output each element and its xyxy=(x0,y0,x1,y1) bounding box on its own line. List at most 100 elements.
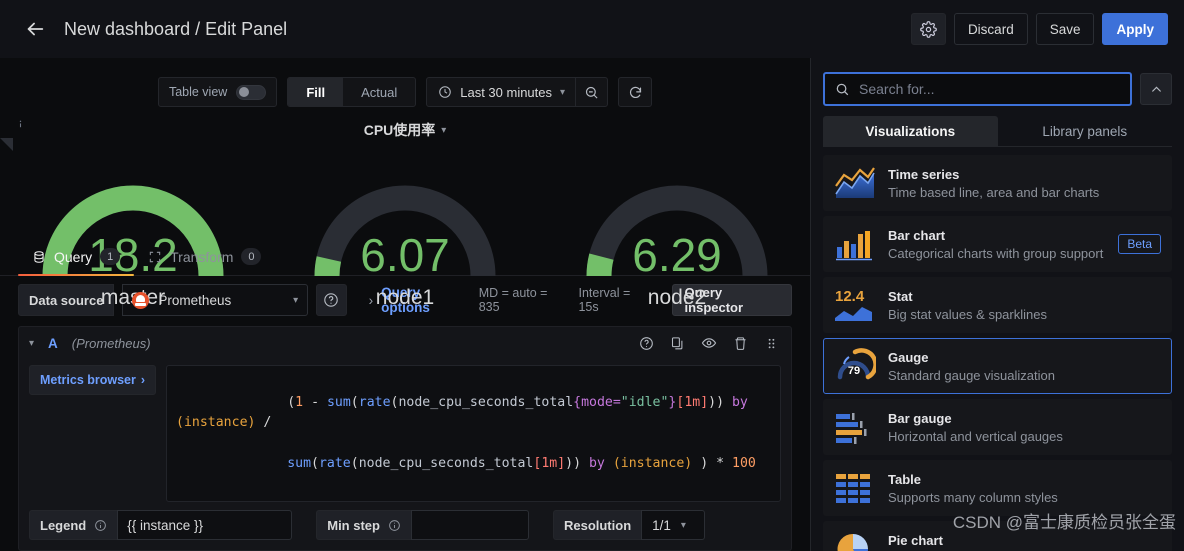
gear-icon xyxy=(920,20,937,38)
table-view-toggle-knob xyxy=(239,87,250,97)
tab-query-label: Query xyxy=(54,248,93,265)
expression-line-2: sum(rate(node_cpu_seconds_total[1m])) by… xyxy=(287,456,756,472)
gauge-label-node1: node1 xyxy=(375,286,435,309)
gauge-label-node2: node2 xyxy=(647,286,707,309)
viz-name: Pie chart xyxy=(888,532,943,548)
refresh-icon xyxy=(629,86,641,98)
legend-input[interactable]: {{ instance }} xyxy=(117,510,293,540)
viz-name: Bar gauge xyxy=(888,410,952,426)
panel-header: CPU使用率 ▾ xyxy=(12,118,798,142)
info-circle-icon[interactable] xyxy=(388,519,401,532)
panel-info-corner[interactable] xyxy=(0,112,34,146)
info-circle-icon[interactable] xyxy=(94,519,107,532)
top-bar: New dashboard / Edit Panel Discard Save … xyxy=(0,0,1184,58)
viz-name: Table xyxy=(888,471,921,487)
tab-query[interactable]: Query 1 xyxy=(18,238,135,277)
chevron-right-icon: › xyxy=(140,373,146,388)
zoom-out-icon xyxy=(585,86,598,99)
viz-desc: Standard gauge visualization xyxy=(888,367,1055,383)
viz-text: Time series Time based line, area and ba… xyxy=(888,167,1161,200)
panel-settings-button[interactable] xyxy=(910,13,946,45)
refresh-button[interactable] xyxy=(618,77,653,107)
panel-menu-chevron-down-icon[interactable]: ▾ xyxy=(441,125,446,136)
search-box[interactable] xyxy=(823,72,1132,106)
info-icon xyxy=(19,120,22,128)
back-button[interactable] xyxy=(18,12,52,46)
trash-icon[interactable] xyxy=(733,336,748,351)
metrics-browser-button[interactable]: Metrics browser › xyxy=(29,365,157,396)
resolution-label: Resolution xyxy=(552,510,642,540)
viz-name: Stat xyxy=(888,288,913,304)
viz-name: Time series xyxy=(888,166,960,182)
tab-library-panels[interactable]: Library panels xyxy=(998,116,1173,146)
eye-icon[interactable] xyxy=(701,335,717,351)
fill-option[interactable]: Fill xyxy=(288,78,344,106)
viz-option-pie-chart[interactable]: Pie chart The new core pie chart visuali… xyxy=(823,521,1172,551)
query-row-a: ▾ A (Prometheus) Metrics browser › (1 - … xyxy=(18,326,792,551)
gauge-value-node1: 6.07 xyxy=(360,229,450,281)
tab-transform[interactable]: Transform 0 xyxy=(134,238,275,275)
apply-button[interactable]: Apply xyxy=(1102,13,1168,45)
viz-desc: Horizontal and vertical gauges xyxy=(888,428,1063,444)
options-pane-tabs: Visualizations Library panels xyxy=(823,116,1172,147)
viz-desc: Time based line, area and bar charts xyxy=(888,184,1100,200)
search-input[interactable] xyxy=(859,81,1120,97)
help-circle-icon[interactable] xyxy=(639,336,654,351)
tab-query-count: 1 xyxy=(100,248,121,266)
transform-icon xyxy=(149,251,161,262)
arrow-left-icon xyxy=(27,22,44,36)
min-step-label-text: Min step xyxy=(327,517,380,533)
time-range-label: Last 30 minutes xyxy=(460,84,553,100)
legend-label-text: Legend xyxy=(40,517,87,533)
gauge-node2: 6.29 node2 xyxy=(565,148,789,310)
body: Table view Fill Actual Last 30 minutes ▾… xyxy=(0,58,1184,551)
min-step-input[interactable] xyxy=(410,510,529,540)
query-collapse-chevron-down-icon[interactable]: ▾ xyxy=(29,338,34,349)
duplicate-icon[interactable] xyxy=(670,336,685,351)
table-view-toggle[interactable] xyxy=(236,84,267,100)
save-button[interactable]: Save xyxy=(1035,13,1095,45)
bar-chart-icon xyxy=(834,225,876,263)
collapse-options-button[interactable] xyxy=(1140,73,1172,105)
search-icon xyxy=(836,83,849,95)
table-view-label: Table view xyxy=(168,85,228,99)
grafana-edit-panel-app: New dashboard / Edit Panel Discard Save … xyxy=(0,0,1184,551)
viz-desc: Big stat values & sparklines xyxy=(888,306,1047,322)
expression-line-1: (1 - sum(rate(node_cpu_seconds_total{mod… xyxy=(176,394,748,431)
legend-label: Legend xyxy=(29,510,118,540)
drag-handle-icon[interactable] xyxy=(764,336,779,351)
beta-badge: Beta xyxy=(1118,234,1161,254)
viz-option-gauge[interactable]: 79 Gauge Standard gauge visualization xyxy=(823,338,1172,394)
zoom-out-button[interactable] xyxy=(575,78,607,106)
promql-expression-input[interactable]: (1 - sum(rate(node_cpu_seconds_total{mod… xyxy=(166,365,781,502)
resolution-select[interactable]: 1/1 ▾ xyxy=(641,510,706,540)
viz-desc: Categorical charts with group support xyxy=(888,245,1104,261)
tab-visualizations[interactable]: Visualizations xyxy=(823,116,998,146)
viz-text: Stat Big stat values & sparklines xyxy=(888,289,1161,322)
visualization-toolbar: Table view Fill Actual Last 30 minutes ▾ xyxy=(0,72,810,112)
query-datasource-name: (Prometheus) xyxy=(71,335,151,351)
fill-actual-segment: Fill Actual xyxy=(287,77,417,107)
time-series-icon xyxy=(834,164,876,202)
query-ref-id[interactable]: A xyxy=(48,336,58,351)
viz-option-bar-gauge[interactable]: Bar gauge Horizontal and vertical gauges xyxy=(823,399,1172,455)
viz-text: Gauge Standard gauge visualization xyxy=(888,350,1161,383)
viz-text: Bar gauge Horizontal and vertical gauges xyxy=(888,411,1161,444)
viz-option-bar-chart[interactable]: Bar chart Categorical charts with group … xyxy=(823,216,1172,272)
table-view-toggle-group[interactable]: Table view xyxy=(157,77,278,107)
viz-option-time-series[interactable]: Time series Time based line, area and ba… xyxy=(823,155,1172,211)
query-row-header: ▾ A (Prometheus) xyxy=(19,327,791,359)
viz-option-table[interactable]: Table Supports many column styles xyxy=(823,460,1172,516)
metrics-browser-label: Metrics browser xyxy=(40,373,136,388)
stat-icon: 12.4 xyxy=(834,286,876,324)
time-range-button[interactable]: Last 30 minutes ▾ xyxy=(427,78,575,106)
discard-button[interactable]: Discard xyxy=(953,13,1028,45)
viz-option-stat[interactable]: 12.4 Stat Big stat values & sparklines xyxy=(823,277,1172,333)
chevron-down-icon: ▾ xyxy=(560,86,566,98)
viz-text: Pie chart The new core pie chart visuali… xyxy=(888,533,1161,551)
page-title: New dashboard / Edit Panel xyxy=(64,18,288,39)
panel-title[interactable]: CPU使用率 xyxy=(364,120,436,140)
actual-option[interactable]: Actual xyxy=(343,78,415,106)
gauge-node1: 6.07 node1 xyxy=(293,148,517,310)
viz-desc: Supports many column styles xyxy=(888,489,1058,505)
